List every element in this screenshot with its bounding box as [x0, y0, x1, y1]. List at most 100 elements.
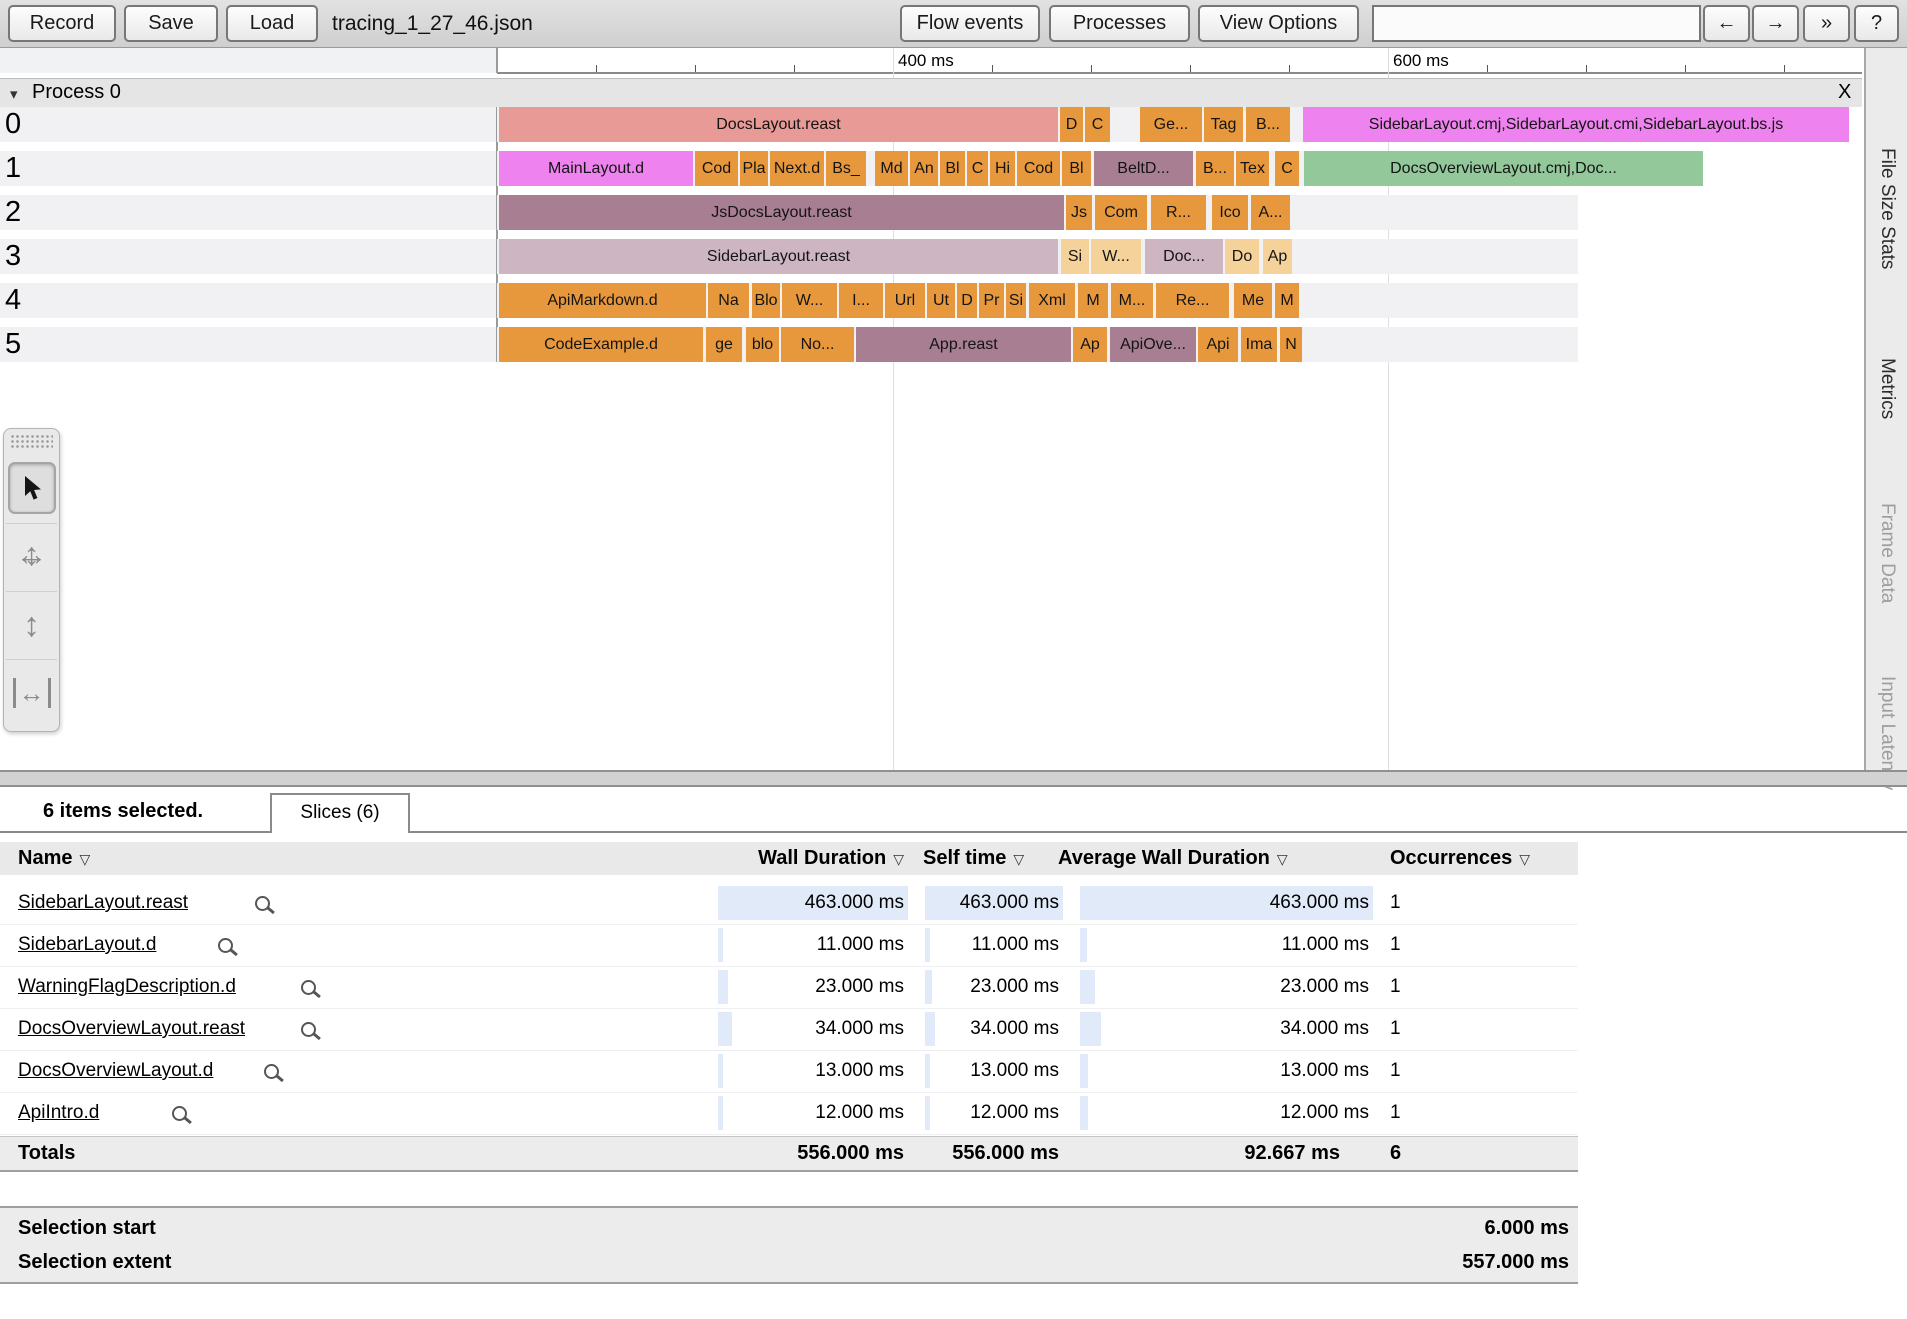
slice-name-link[interactable]: WarningFlagDescription.d — [18, 966, 236, 1008]
save-button[interactable]: Save — [124, 5, 218, 42]
timeline-slice[interactable]: Next.d — [770, 151, 824, 186]
timeline-slice[interactable]: JsDocsLayout.reast — [499, 195, 1064, 230]
timeline-slice[interactable]: App.reast — [856, 327, 1071, 362]
timeline-slice[interactable]: W... — [782, 283, 837, 318]
column-header-average-wall-duration[interactable]: Average Wall Duration ▽ — [1058, 842, 1288, 876]
record-button[interactable]: Record — [8, 5, 116, 42]
timeline-ruler[interactable]: 400 ms 600 ms — [0, 48, 1907, 74]
timeline-slice[interactable]: Com — [1095, 195, 1147, 230]
timeline-slice[interactable]: Bl — [1062, 151, 1091, 186]
timeline-slice[interactable]: Url — [885, 283, 925, 318]
flow-events-button[interactable]: Flow events — [900, 5, 1040, 42]
timeline-slice[interactable]: Cod — [695, 151, 738, 186]
timeline-slice[interactable]: Ap — [1263, 239, 1292, 274]
magnifier-icon[interactable] — [172, 1106, 187, 1121]
timeline-slice[interactable]: M... — [1111, 283, 1153, 318]
slice-name-link[interactable]: SidebarLayout.reast — [18, 882, 188, 924]
timeline-slice[interactable]: blo — [746, 327, 779, 362]
timeline-slice[interactable]: D — [1060, 107, 1083, 142]
timeline-slice[interactable]: N — [1280, 327, 1302, 362]
timeline-slice[interactable]: A... — [1251, 195, 1290, 230]
timeline-slice[interactable]: B... — [1246, 107, 1290, 142]
timeline-slice[interactable]: DocsOverviewLayout.cmj,Doc... — [1304, 151, 1703, 186]
help-button[interactable]: ? — [1854, 5, 1899, 42]
timeline-slice[interactable]: Doc... — [1145, 239, 1223, 274]
selection-tool-button[interactable] — [6, 455, 57, 521]
processes-button[interactable]: Processes — [1049, 5, 1190, 42]
side-tab-file-size-stats[interactable]: File Size Stats — [1876, 148, 1898, 298]
timeline-slice[interactable]: Me — [1234, 283, 1272, 318]
process-header[interactable]: ▾ Process 0 X — [0, 78, 1862, 107]
timeline-slice[interactable]: B... — [1196, 151, 1234, 186]
find-next-button[interactable]: → — [1752, 5, 1799, 42]
horizontal-splitter[interactable] — [0, 770, 1907, 787]
timeline-slice[interactable]: R... — [1151, 195, 1206, 230]
close-track-button[interactable]: X — [1838, 81, 1851, 104]
timeline-slice[interactable]: Bl — [940, 151, 965, 186]
timeline-slice[interactable]: Xml — [1029, 283, 1075, 318]
timeline-slice[interactable]: DocsLayout.reast — [499, 107, 1058, 142]
timeline-slice[interactable]: Si — [1061, 239, 1089, 274]
timeline-slice[interactable]: Blo — [752, 283, 780, 318]
column-header-occurrences[interactable]: Occurrences ▽ — [1390, 842, 1530, 876]
timeline-slice[interactable]: No... — [781, 327, 854, 362]
expand-button[interactable]: » — [1803, 5, 1850, 42]
timeline-slice[interactable]: Ap — [1073, 327, 1107, 362]
magnifier-icon[interactable] — [301, 980, 316, 995]
timeline-slice[interactable]: Ut — [927, 283, 955, 318]
timeline-slice[interactable]: Re... — [1156, 283, 1229, 318]
timeline-slice[interactable]: Na — [708, 283, 749, 318]
timeline-slice[interactable]: Bs_ — [826, 151, 866, 186]
tab-slices[interactable]: Slices (6) — [270, 793, 410, 833]
find-previous-button[interactable]: ← — [1703, 5, 1750, 42]
side-tab-frame-data[interactable]: Frame Data — [1876, 503, 1898, 608]
magnifier-icon[interactable] — [301, 1022, 316, 1037]
load-button[interactable]: Load — [226, 5, 318, 42]
pan-tool-button[interactable] — [6, 523, 57, 590]
side-tab-input-latency[interactable]: Input Latency — [1876, 676, 1898, 816]
slice-name-link[interactable]: DocsOverviewLayout.d — [18, 1050, 213, 1092]
timeline-slice[interactable]: Hi — [990, 151, 1015, 186]
timeline-slice[interactable]: Pla — [740, 151, 768, 186]
timeline-slice[interactable]: Md — [875, 151, 908, 186]
timeline-slice[interactable]: SidebarLayout.reast — [499, 239, 1058, 274]
timeline-slice[interactable]: I... — [839, 283, 883, 318]
search-input[interactable] — [1372, 5, 1701, 42]
timeline-slice[interactable]: Tex — [1236, 151, 1269, 186]
column-header-self-time[interactable]: Self time ▽ — [923, 842, 1024, 876]
timeline-slice[interactable]: D — [957, 283, 977, 318]
timeline-slice[interactable]: Tag — [1204, 107, 1243, 142]
collapse-triangle-icon[interactable]: ▾ — [10, 85, 18, 103]
timeline-slice[interactable]: W... — [1091, 239, 1141, 274]
timeline-slice[interactable]: Pr — [979, 283, 1004, 318]
timeline-slice[interactable]: Ge... — [1140, 107, 1202, 142]
timeline-slice[interactable]: Do — [1225, 239, 1259, 274]
timeline-slice[interactable]: ApiMarkdown.d — [499, 283, 706, 318]
slice-name-link[interactable]: SidebarLayout.d — [18, 924, 156, 966]
palette-drag-handle[interactable] — [10, 434, 53, 450]
timeline-slice[interactable]: C — [967, 151, 988, 186]
timeline-slice[interactable]: M — [1078, 283, 1108, 318]
slice-name-link[interactable]: DocsOverviewLayout.reast — [18, 1008, 245, 1050]
timeline-slice[interactable]: Js — [1066, 195, 1092, 230]
timeline-slice[interactable]: ApiOve... — [1110, 327, 1196, 362]
timeline-slice[interactable]: Cod — [1017, 151, 1060, 186]
column-header-wall-duration[interactable]: Wall Duration ▽ — [718, 842, 904, 876]
slice-name-link[interactable]: ApiIntro.d — [18, 1092, 99, 1134]
timeline-slice[interactable]: BeltD... — [1094, 151, 1193, 186]
column-header-name[interactable]: Name ▽ — [18, 842, 90, 876]
timeline-slice[interactable]: C — [1085, 107, 1110, 142]
zoom-tool-button[interactable]: ↕ — [6, 591, 57, 658]
timeline-slice[interactable]: An — [910, 151, 938, 186]
timeline-slice[interactable]: MainLayout.d — [499, 151, 693, 186]
magnifier-icon[interactable] — [255, 896, 270, 911]
timeline-slice[interactable]: Ima — [1241, 327, 1277, 362]
timeline-slice[interactable]: SidebarLayout.cmj,SidebarLayout.cmi,Side… — [1303, 107, 1849, 142]
side-tab-metrics[interactable]: Metrics — [1876, 358, 1898, 430]
timeline-slice[interactable]: Api — [1198, 327, 1238, 362]
timeline-slice[interactable]: M — [1275, 283, 1299, 318]
timeline-slice[interactable]: Si — [1006, 283, 1026, 318]
magnifier-icon[interactable] — [218, 938, 233, 953]
magnifier-icon[interactable] — [264, 1064, 279, 1079]
view-options-button[interactable]: View Options — [1198, 5, 1359, 42]
